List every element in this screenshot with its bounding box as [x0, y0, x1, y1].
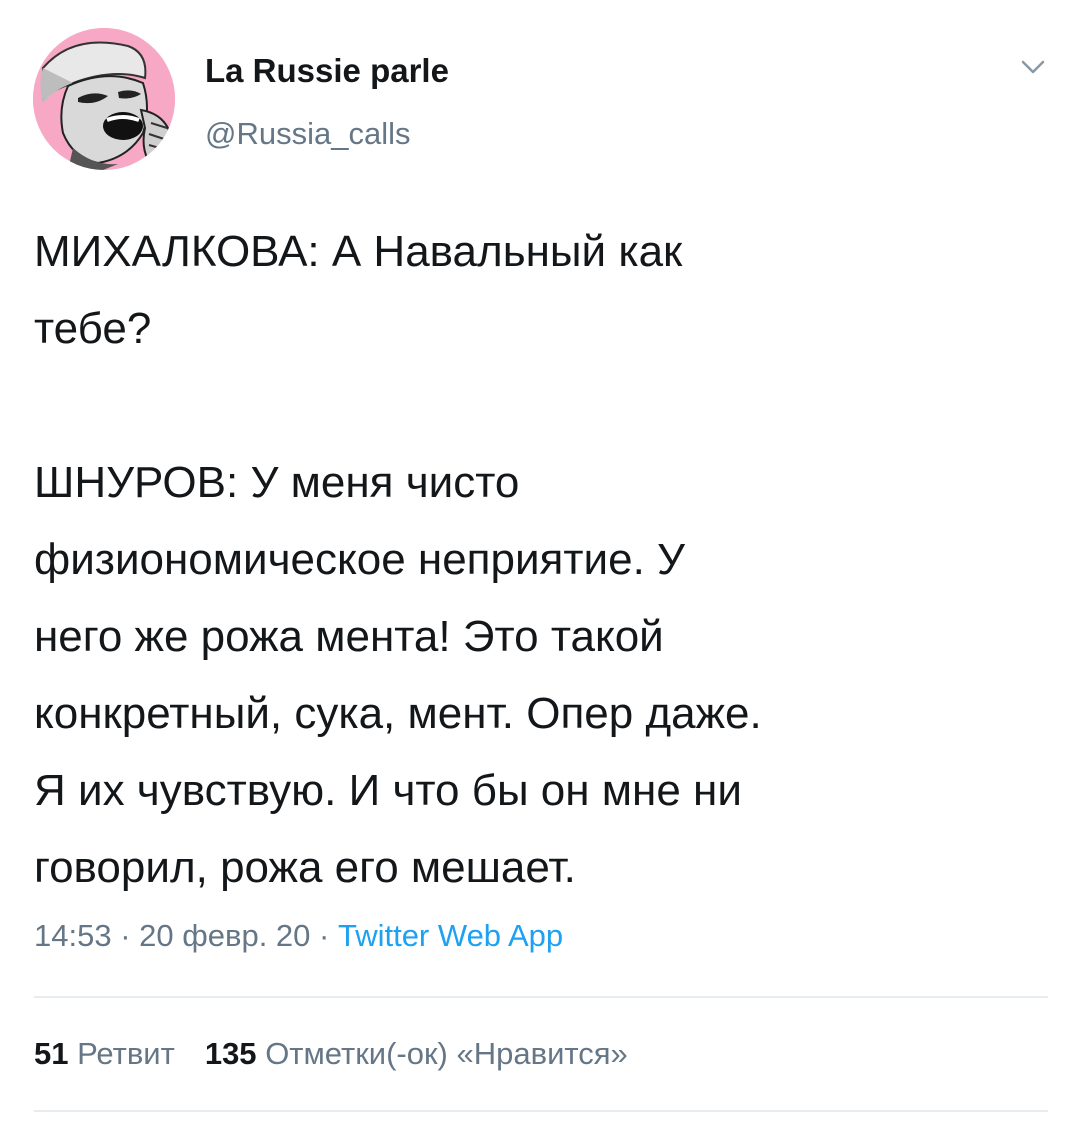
tweet-stats: 51 Ретвит 135 Отметки(-ок) «Нравится»	[34, 1036, 628, 1072]
tweet-time[interactable]: 14:53	[34, 918, 112, 953]
tweet-date[interactable]: 20 февр. 20	[139, 918, 310, 953]
display-name[interactable]: La Russie parle	[205, 52, 449, 90]
tweet-card: La Russie parle @Russia_calls МИХАЛКОВА:…	[0, 0, 1078, 1124]
likes-stat[interactable]: 135 Отметки(-ок) «Нравится»	[205, 1036, 628, 1071]
avatar[interactable]	[33, 28, 175, 170]
meta-separator: ·	[111, 918, 140, 953]
tweet-meta: 14:53 · 20 февр. 20 · Twitter Web App	[34, 918, 563, 954]
retweets-stat[interactable]: 51 Ретвит	[34, 1036, 175, 1071]
chevron-down-icon[interactable]	[1018, 55, 1048, 79]
likes-label: Отметки(-ок) «Нравится»	[265, 1036, 628, 1071]
avatar-image	[33, 28, 175, 170]
retweets-label: Ретвит	[77, 1036, 175, 1071]
divider	[34, 1110, 1048, 1112]
user-handle[interactable]: @Russia_calls	[205, 116, 410, 152]
likes-count: 135	[204, 1036, 257, 1071]
tweet-source-link[interactable]: Twitter Web App	[338, 918, 563, 953]
meta-separator: ·	[310, 918, 338, 953]
tweet-text: МИХАЛКОВА: А Навальный как тебе? ШНУРОВ:…	[34, 213, 1054, 906]
retweets-count: 51	[34, 1036, 69, 1071]
tweet-paragraph: ШНУРОВ: У меня чисто физиономическое неп…	[34, 458, 762, 892]
divider	[34, 996, 1048, 998]
tweet-paragraph: МИХАЛКОВА: А Навальный как тебе?	[34, 227, 683, 353]
